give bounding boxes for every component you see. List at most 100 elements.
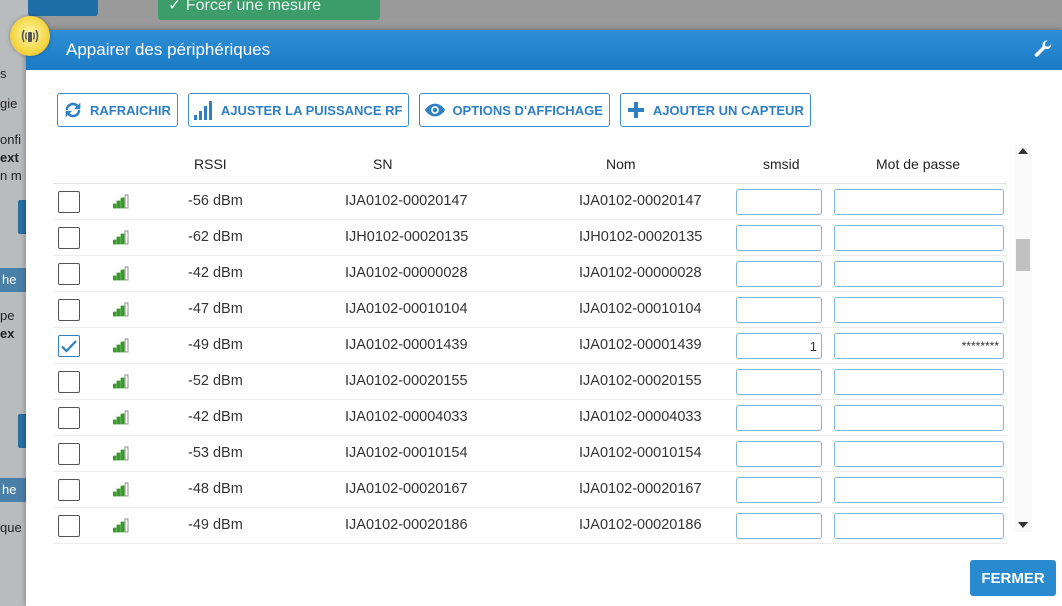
rssi-value: -53 dBm (188, 445, 243, 461)
serial-number: IJA0102-00020186 (345, 517, 468, 533)
dialog-header: Appairer des périphériques (10, 16, 1062, 70)
row-checkbox[interactable] (58, 407, 80, 429)
close-button[interactable]: FERMER (970, 560, 1056, 596)
smsid-input[interactable] (736, 225, 822, 251)
serial-number: IJA0102-00000028 (345, 265, 468, 281)
table-row[interactable]: -47 dBm IJA0102-00010104 IJA0102-00010104 (53, 292, 1007, 328)
device-name: IJA0102-00020186 (579, 517, 702, 533)
device-name: IJA0102-00020155 (579, 373, 702, 389)
header-rssi: RSSI (194, 156, 227, 172)
background-sidebar (0, 0, 28, 606)
password-input[interactable] (834, 225, 1004, 251)
serial-number: IJH0102-00020135 (345, 229, 469, 245)
wrench-icon[interactable] (1032, 39, 1054, 61)
row-checkbox[interactable] (58, 515, 80, 537)
display-options-label: OPTIONS D'AFFICHAGE (452, 102, 603, 118)
password-input[interactable] (834, 513, 1004, 539)
password-input[interactable] (834, 261, 1004, 287)
rssi-value: -49 dBm (188, 337, 243, 353)
serial-number: IJA0102-00010154 (345, 445, 468, 461)
refresh-button[interactable]: RAFRAICHIR (57, 93, 178, 127)
table-row[interactable]: -49 dBm IJA0102-00001439 IJA0102-00001439 (53, 328, 1007, 364)
adjust-rf-power-button[interactable]: AJUSTER LA PUISSANCE RF (187, 93, 410, 127)
scroll-up-arrow-icon[interactable] (1018, 148, 1028, 154)
adjust-rf-label: AJUSTER LA PUISSANCE RF (220, 102, 403, 118)
row-checkbox[interactable] (58, 227, 80, 249)
smsid-input[interactable] (736, 333, 822, 359)
table-row[interactable]: -56 dBm IJA0102-00020147 IJA0102-00020147 (53, 184, 1007, 220)
smsid-input[interactable] (736, 477, 822, 503)
password-input[interactable] (834, 405, 1004, 431)
smsid-input[interactable] (736, 261, 822, 287)
device-name: IJA0102-00000028 (579, 265, 702, 281)
signal-strength-icon (112, 266, 129, 285)
device-name: IJA0102-00004033 (579, 409, 702, 425)
table-row[interactable]: -62 dBm IJH0102-00020135 IJH0102-00020135 (53, 220, 1007, 256)
table-row[interactable]: -42 dBm IJA0102-00004033 IJA0102-00004033 (53, 400, 1007, 436)
plus-icon (625, 99, 647, 121)
header-password: Mot de passe (876, 156, 961, 172)
header-nom: Nom (606, 156, 636, 172)
smsid-input[interactable] (736, 405, 822, 431)
background-blue-button (28, 0, 98, 16)
smsid-input[interactable] (736, 297, 822, 323)
password-input[interactable] (834, 441, 1004, 467)
row-checkbox[interactable] (58, 263, 80, 285)
table-scrollbar[interactable] (1014, 144, 1032, 532)
signal-bars-icon (193, 99, 215, 121)
smsid-input[interactable] (736, 189, 822, 215)
rssi-value: -52 dBm (188, 373, 243, 389)
signal-strength-icon (112, 446, 129, 465)
device-name: IJA0102-00010104 (579, 301, 702, 317)
scrollbar-thumb[interactable] (1016, 239, 1030, 271)
smsid-input[interactable] (736, 441, 822, 467)
row-checkbox[interactable] (58, 479, 80, 501)
rssi-value: -62 dBm (188, 229, 243, 245)
signal-strength-icon (112, 338, 129, 357)
antenna-logo-icon (10, 16, 50, 56)
row-checkbox[interactable] (58, 299, 80, 321)
background-text-fragment: gie (0, 96, 18, 111)
smsid-input[interactable] (736, 369, 822, 395)
signal-strength-icon (112, 302, 129, 321)
row-checkbox[interactable] (58, 371, 80, 393)
rssi-value: -48 dBm (188, 481, 243, 497)
devices-table: RSSI SN Nom smsid Mot de passe -56 dBm IJ… (53, 144, 1007, 544)
table-row[interactable]: -48 dBm IJA0102-00020167 IJA0102-00020167 (53, 472, 1007, 508)
display-options-button[interactable]: OPTIONS D'AFFICHAGE (419, 93, 610, 127)
serial-number: IJA0102-00004033 (345, 409, 468, 425)
table-row[interactable]: -53 dBm IJA0102-00010154 IJA0102-00010154 (53, 436, 1007, 472)
serial-number: IJA0102-00020167 (345, 481, 468, 497)
row-checkbox[interactable] (58, 335, 80, 357)
password-input[interactable] (834, 297, 1004, 323)
rssi-value: -47 dBm (188, 301, 243, 317)
table-row[interactable]: -52 dBm IJA0102-00020155 IJA0102-00020155 (53, 364, 1007, 400)
signal-strength-icon (112, 194, 129, 213)
refresh-label: RAFRAICHIR (90, 102, 171, 118)
background-text-fragment: ext (0, 150, 19, 165)
table-row[interactable]: -42 dBm IJA0102-00000028 IJA0102-00000028 (53, 256, 1007, 292)
password-input[interactable] (834, 369, 1004, 395)
pair-devices-dialog: Appairer des périphériques RAFRAICHIR AJ… (10, 16, 1062, 606)
signal-strength-icon (112, 410, 129, 429)
table-row[interactable]: -49 dBm IJA0102-00020186 IJA0102-00020186 (53, 508, 1007, 544)
row-checkbox[interactable] (58, 191, 80, 213)
signal-strength-icon (112, 482, 129, 501)
password-input[interactable] (834, 189, 1004, 215)
password-input[interactable] (834, 333, 1004, 359)
password-input[interactable] (834, 477, 1004, 503)
add-sensor-button[interactable]: AJOUTER UN CAPTEUR (619, 93, 811, 127)
scroll-down-arrow-icon[interactable] (1018, 522, 1028, 528)
background-section-header: he (0, 478, 28, 502)
checkmark-icon (61, 340, 77, 353)
device-name: IJA0102-00010154 (579, 445, 702, 461)
eye-icon (424, 99, 446, 121)
row-checkbox[interactable] (58, 443, 80, 465)
smsid-input[interactable] (736, 513, 822, 539)
header-sn: SN (373, 156, 393, 172)
signal-strength-icon (112, 230, 129, 249)
background-text-fragment: n m (0, 168, 22, 183)
background-text-fragment: pe (0, 308, 15, 323)
add-sensor-label: AJOUTER UN CAPTEUR (652, 102, 804, 118)
serial-number: IJA0102-00020155 (345, 373, 468, 389)
